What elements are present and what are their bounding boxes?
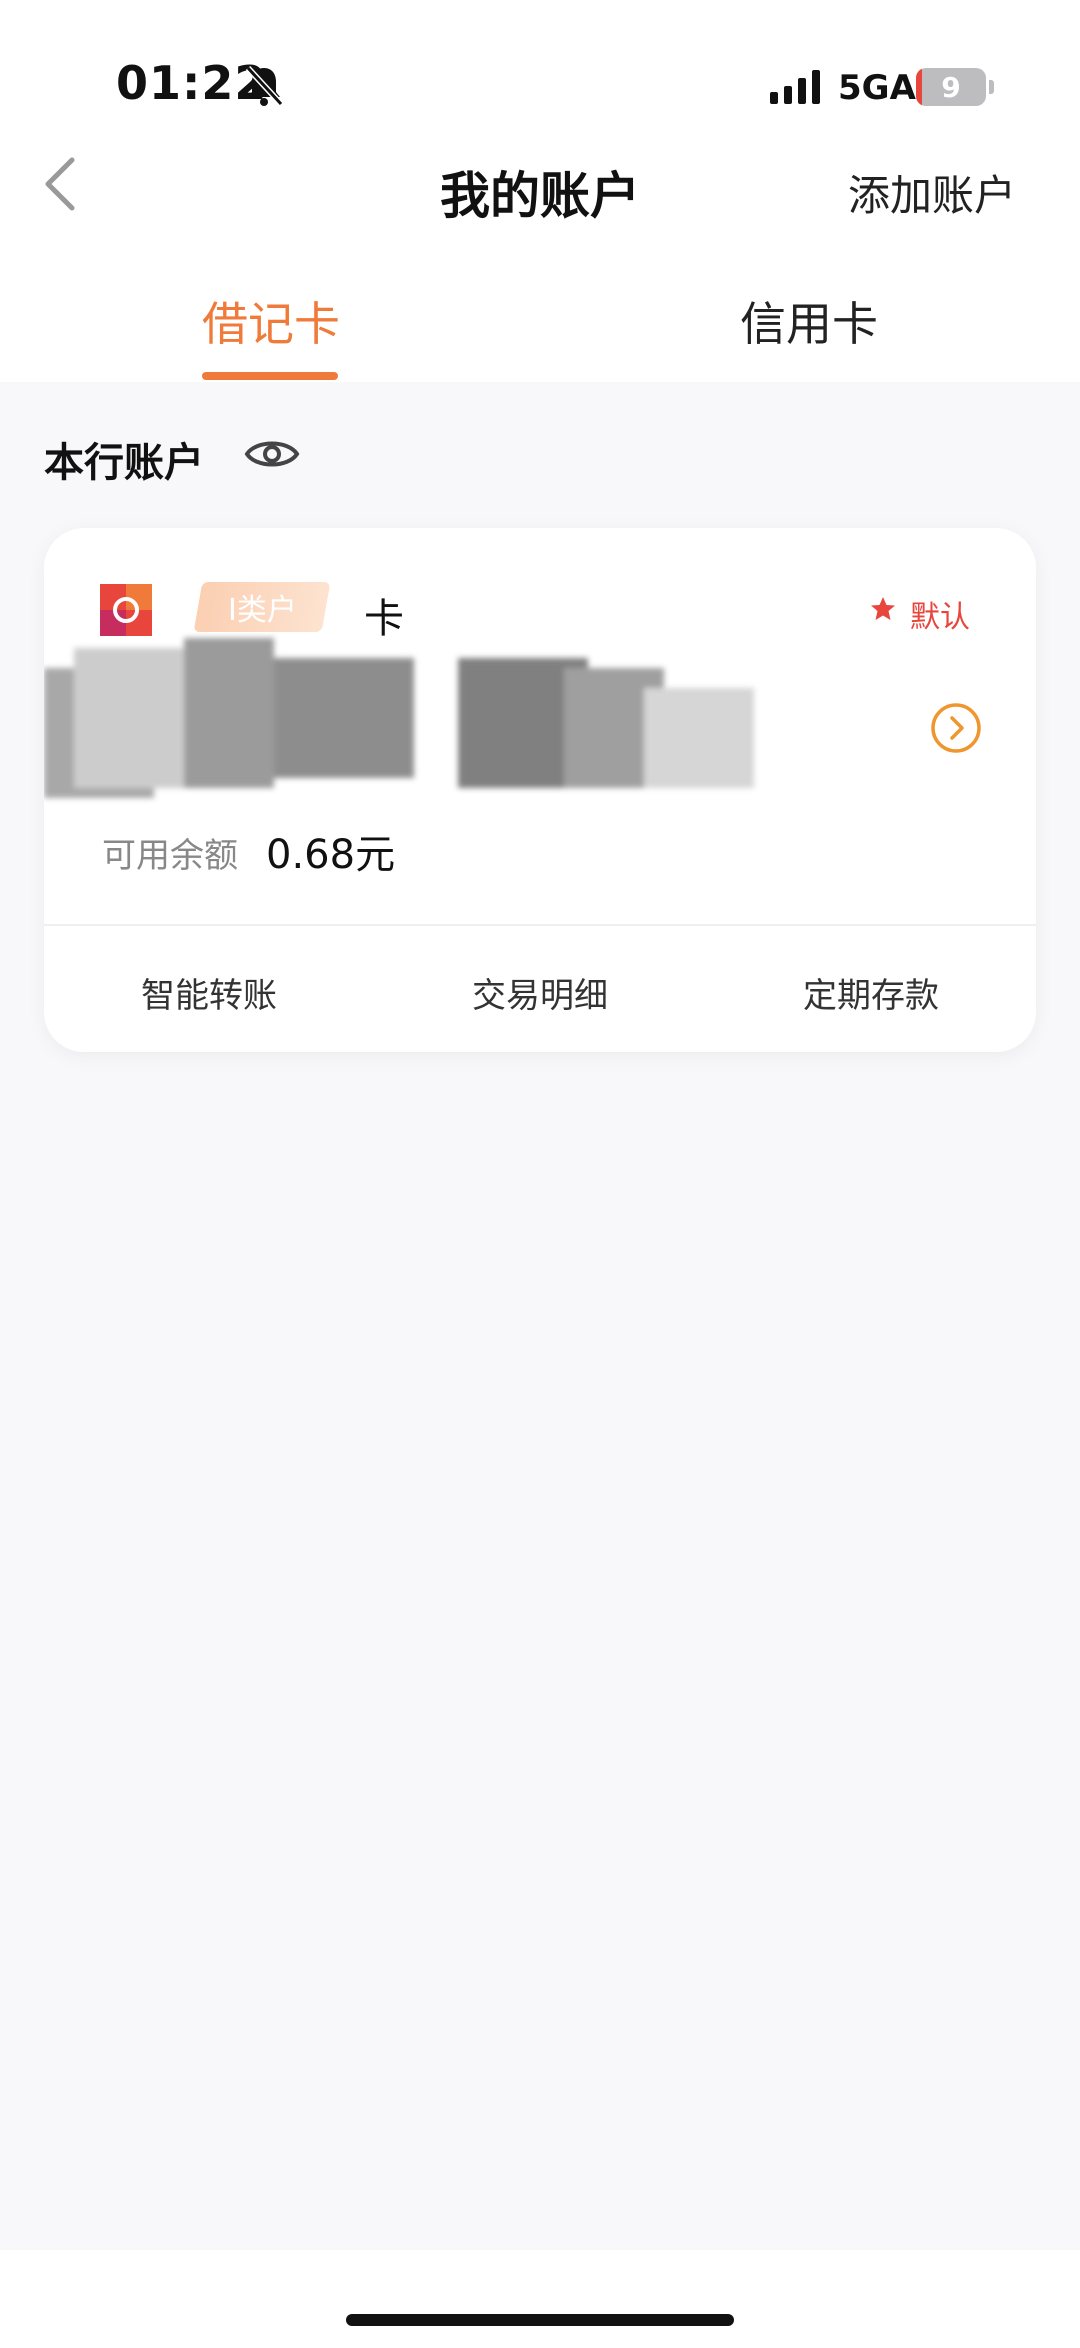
- battery-cap: [989, 80, 994, 94]
- header-area: 01:22 5GA 9 我的账户 添加账户 借记卡 信用卡: [0, 0, 1080, 382]
- transaction-details-button[interactable]: 交易明细: [375, 968, 705, 1017]
- bell-off-icon: [245, 65, 284, 107]
- account-card[interactable]: I类户 卡 默认 可用余额 0.68元 智能转账 交易明细 定期存款: [44, 528, 1036, 1052]
- smart-transfer-button[interactable]: 智能转账: [44, 968, 374, 1017]
- tab-debit-card[interactable]: 借记卡: [202, 288, 340, 354]
- home-indicator[interactable]: [346, 2314, 734, 2326]
- balance-value: 0.68元: [266, 832, 396, 878]
- tab-credit-card[interactable]: 信用卡: [740, 288, 878, 354]
- star-icon: [871, 597, 895, 620]
- network-type: 5GA: [838, 68, 916, 108]
- add-account-button[interactable]: 添加账户: [848, 162, 1016, 223]
- accounts-page: 01:22 5GA 9 我的账户 添加账户 借记卡 信用卡 本行账户 I类户 卡…: [0, 0, 1080, 2348]
- battery-icon: 9: [916, 68, 986, 106]
- card-divider: [44, 924, 1036, 926]
- signal-icon: [770, 70, 820, 104]
- balance-label: 可用余额: [102, 836, 238, 876]
- redacted-account-number: [44, 638, 754, 798]
- default-badge: 默认: [910, 600, 970, 635]
- battery-level: 9: [941, 70, 961, 104]
- fixed-deposit-button[interactable]: 定期存款: [706, 968, 1036, 1017]
- eye-icon[interactable]: [244, 434, 300, 474]
- bottom-safe-area: [0, 2250, 1080, 2348]
- chevron-right-circle-icon[interactable]: [930, 702, 982, 754]
- section-title: 本行账户: [44, 440, 204, 486]
- active-tab-indicator: [202, 372, 338, 380]
- account-class-badge: I类户: [193, 582, 331, 632]
